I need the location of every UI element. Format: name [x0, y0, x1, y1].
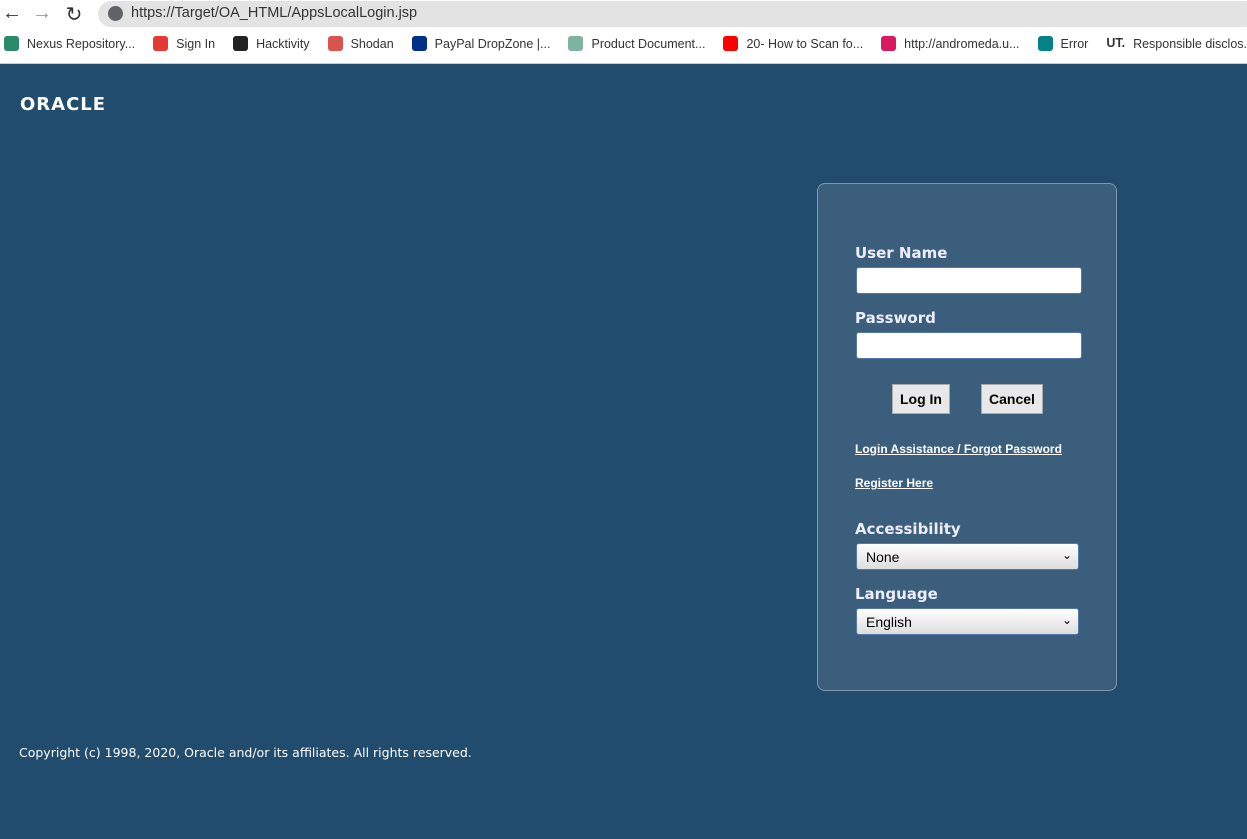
bookmark-item[interactable]: Sign In [153, 36, 215, 51]
bookmark-favicon-icon: UT. [1106, 36, 1126, 50]
oracle-logo: ORACLE [20, 94, 107, 115]
username-input[interactable] [856, 267, 1082, 294]
bookmarks-bar: Nexus Repository... Sign In Hacktivity Shod… [0, 36, 1247, 51]
copyright: Copyright (c) 1998, 2020, Oracle and/or … [19, 745, 472, 760]
url-text[interactable]: https://Target/OA_HTML/AppsLocalLogin.js… [131, 5, 417, 21]
bookmark-favicon-icon [568, 36, 584, 51]
bookmark-favicon-icon [723, 36, 739, 51]
bookmark-label: 20- How to Scan fo... [746, 36, 864, 51]
back-icon[interactable]: ← [0, 2, 24, 25]
username-label: User Name [855, 244, 948, 262]
bookmark-label: Hacktivity [256, 36, 310, 51]
bookmark-item[interactable]: PayPal DropZone |... [411, 36, 551, 51]
bookmark-label: Nexus Repository... [27, 36, 136, 51]
password-input[interactable] [856, 332, 1082, 359]
language-select[interactable]: English ⌄ [856, 608, 1079, 635]
accessibility-value: None [866, 549, 900, 565]
bookmark-label: Shodan [350, 36, 394, 51]
cancel-button[interactable]: Cancel [981, 384, 1043, 414]
reload-icon[interactable]: ↻ [62, 2, 86, 27]
bookmark-favicon-icon [4, 36, 19, 51]
bookmark-label: Responsible disclos... [1133, 36, 1247, 51]
bookmark-favicon-icon [1037, 36, 1053, 51]
chevron-down-icon: ⌄ [1061, 613, 1072, 627]
bookmark-item[interactable]: Product Document... [568, 36, 705, 51]
language-value: English [866, 614, 912, 630]
bookmark-item[interactable]: Shodan [327, 36, 394, 51]
chevron-down-icon: ⌄ [1061, 548, 1072, 562]
forgot-password-link[interactable]: Login Assistance / Forgot Password [855, 442, 1062, 456]
bookmark-label: Error [1060, 36, 1089, 51]
bookmark-item[interactable]: Nexus Repository... [4, 36, 135, 51]
accessibility-select[interactable]: None ⌄ [856, 543, 1079, 570]
bookmark-label: http://andromeda.u... [904, 36, 1020, 51]
bookmark-item[interactable]: UT. Responsible disclos... [1106, 36, 1247, 51]
address-bar[interactable]: https://Target/OA_HTML/AppsLocalLogin.js… [98, 1, 1247, 27]
bookmark-favicon-icon [881, 36, 897, 51]
login-panel: User Name Password Log In Cancel Login A… [817, 183, 1117, 691]
browser-chrome: ← → ↻ https://Target/OA_HTML/AppsLocalLo… [0, 0, 1247, 64]
bookmark-item[interactable]: Error [1037, 36, 1089, 51]
language-label: Language [855, 585, 938, 603]
bookmark-label: Sign In [176, 36, 216, 51]
register-link[interactable]: Register Here [855, 476, 933, 490]
bookmark-item[interactable]: 20- How to Scan fo... [723, 36, 863, 51]
login-button[interactable]: Log In [892, 384, 950, 414]
bookmark-label: Product Document... [591, 36, 706, 51]
bookmark-favicon-icon [233, 36, 249, 51]
password-label: Password [855, 309, 936, 327]
accessibility-label: Accessibility [855, 520, 961, 538]
bookmark-item[interactable]: http://andromeda.u... [881, 36, 1020, 51]
bookmark-item[interactable]: Hacktivity [233, 36, 310, 51]
globe-icon [108, 6, 123, 21]
bookmark-favicon-icon [411, 36, 427, 51]
bookmark-label: PayPal DropZone |... [434, 36, 551, 51]
bookmark-favicon-icon [153, 36, 169, 51]
forward-icon[interactable]: → [30, 2, 54, 25]
bookmark-favicon-icon [327, 36, 343, 51]
